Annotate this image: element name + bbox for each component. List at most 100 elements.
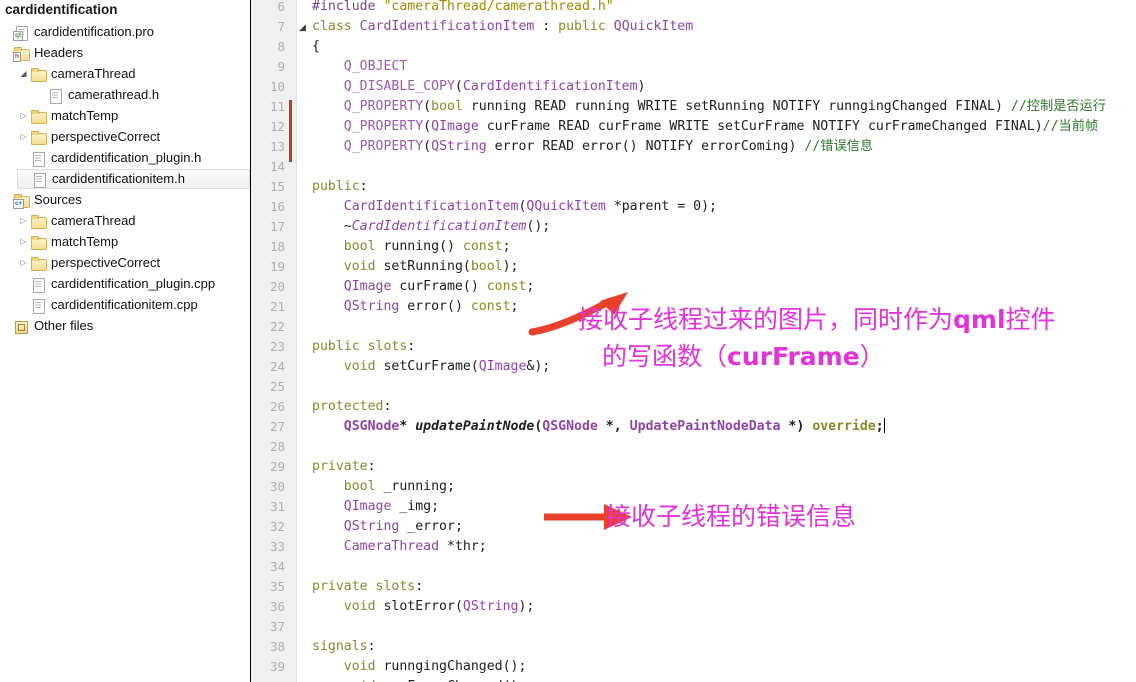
line-number: 29 [270, 459, 285, 474]
code-editor[interactable]: 6 #include "cameraThread/camerathread.h" 7… [250, 0, 1136, 682]
file-icon [30, 297, 46, 314]
chevron-right-icon[interactable]: ▷ [17, 237, 30, 246]
code-line[interactable]: void setCurFrame(QImage&); [312, 357, 550, 377]
line-number: 15 [270, 179, 285, 194]
code-line[interactable]: Q_OBJECT [312, 57, 408, 77]
tree-item-inner[interactable]: ▷ perspectiveCorrect [17, 127, 250, 147]
tree-item-cardidentification-plugin-h[interactable]: cardidentification_plugin.h [0, 147, 250, 168]
code-line[interactable]: public slots: [312, 337, 415, 357]
tree-item-cardidentificationitem-cpp[interactable]: cardidentificationitem.cpp [0, 294, 250, 315]
folder-icon [30, 234, 47, 250]
chevron-down-icon[interactable]: ◢ [17, 69, 30, 78]
code-line[interactable]: QImage _img; [312, 497, 439, 517]
tree-item-inner[interactable]: c+ Sources [0, 190, 250, 210]
code-line[interactable]: CameraThread *thr; [312, 537, 487, 557]
tree-item-inner[interactable]: Other files [0, 316, 250, 336]
tree-item-inner[interactable]: ◢ cameraThread [17, 64, 250, 84]
file-icon [31, 171, 47, 188]
code-line[interactable]: signals: [312, 637, 376, 657]
tree-item-camerathread[interactable]: ◢ cameraThread [0, 63, 250, 84]
code-line[interactable]: void runngingChanged(); [312, 657, 527, 677]
line-number: 22 [270, 319, 285, 334]
code-line[interactable]: Q_PROPERTY(QString error READ error() NO… [312, 137, 873, 157]
line-number: 30 [270, 479, 285, 494]
tree-item-label: perspectiveCorrect [51, 255, 161, 270]
code-line[interactable]: void slotError(QString); [312, 597, 535, 617]
tree-item-perspectivecorrect[interactable]: ▷ perspectiveCorrect [0, 252, 250, 273]
line-number: 17 [270, 219, 285, 234]
code-line[interactable]: protected: [312, 397, 391, 417]
line-number: 20 [270, 279, 285, 294]
tree-item-inner[interactable]: ▷ cameraThread [17, 211, 250, 231]
code-line[interactable]: Q_PROPERTY(QImage curFrame READ curFrame… [312, 117, 1098, 137]
tree-item-cardidentificationitem-h[interactable]: cardidentificationitem.h [0, 168, 250, 189]
tree-item-inner[interactable]: cardidentificationitem.cpp [17, 295, 250, 315]
line-number: 32 [270, 519, 285, 534]
tree-item-inner[interactable]: h Headers [0, 43, 250, 63]
line-number: 10 [270, 79, 285, 94]
line-number: 26 [270, 399, 285, 414]
tree-item-inner[interactable]: camerathread.h [34, 85, 250, 105]
code-line[interactable]: bool running() const; [312, 237, 511, 257]
code-line[interactable]: bool _running; [312, 477, 455, 497]
project-tree[interactable]: qt cardidentification.pro h Headers ◢ cameraT… [0, 21, 250, 336]
code-line[interactable]: QSGNode* updatePaintNode(QSGNode *, Upda… [312, 417, 885, 437]
code-line[interactable]: private: [312, 457, 376, 477]
tree-item-inner[interactable]: cardidentification_plugin.cpp [17, 274, 250, 294]
code-line[interactable]: public: [312, 177, 368, 197]
tree-item-camerathread[interactable]: ▷ cameraThread [0, 210, 250, 231]
sources-folder-icon: c+ [13, 192, 30, 209]
file-icon [30, 276, 46, 293]
tree-item-label: cardidentification_plugin.cpp [51, 276, 216, 291]
code-line[interactable]: { [312, 37, 320, 57]
chevron-right-icon[interactable]: ▷ [17, 216, 30, 225]
tree-item-label: cameraThread [51, 213, 136, 228]
code-line[interactable]: #include "cameraThread/camerathread.h" [312, 0, 614, 17]
code-line[interactable]: void setRunning(bool); [312, 257, 519, 277]
tree-item-inner[interactable]: qt cardidentification.pro [0, 22, 250, 42]
code-line[interactable]: QString _error; [312, 517, 463, 537]
code-line[interactable]: private slots: [312, 577, 423, 597]
tree-item-inner[interactable]: cardidentification_plugin.h [17, 148, 250, 168]
tree-item-sources[interactable]: c+ Sources [0, 189, 250, 210]
chevron-right-icon[interactable]: ▷ [17, 132, 30, 141]
editor-fold-strip[interactable] [297, 0, 312, 682]
tree-item-other-files[interactable]: Other files [0, 315, 250, 336]
tree-item-label: perspectiveCorrect [51, 129, 161, 144]
project-tree-sidebar[interactable]: cardidentification qt cardidentification.… [0, 0, 250, 682]
code-line[interactable]: ~CardIdentificationItem(); [312, 217, 550, 237]
code-line[interactable]: QString error() const; [312, 297, 519, 317]
tree-item-inner[interactable]: ▷ perspectiveCorrect [17, 253, 250, 273]
folder-icon [30, 108, 47, 124]
line-number: 39 [270, 659, 285, 674]
code-fold-toggle-icon[interactable]: ◢ [299, 17, 306, 37]
code-line[interactable]: CardIdentificationItem(QQuickItem *paren… [312, 197, 717, 217]
line-number: 37 [270, 619, 285, 634]
tree-item-cardidentification-plugin-cpp[interactable]: cardidentification_plugin.cpp [0, 273, 250, 294]
tree-item-inner[interactable]: ▷ matchTemp [17, 232, 250, 252]
chevron-right-icon[interactable]: ▷ [17, 258, 30, 267]
chevron-right-icon[interactable]: ▷ [17, 111, 30, 120]
tree-item-camerathread-h[interactable]: camerathread.h [0, 84, 250, 105]
line-number: 18 [270, 239, 285, 254]
file-icon [30, 150, 46, 167]
code-line[interactable]: void curFrameChanged(); [312, 677, 527, 682]
tree-item-label: Headers [34, 45, 84, 60]
line-number: 31 [270, 499, 285, 514]
tree-item-cardidentification-pro[interactable]: qt cardidentification.pro [0, 21, 250, 42]
tree-item-matchtemp[interactable]: ▷ matchTemp [0, 231, 250, 252]
code-line[interactable]: Q_DISABLE_COPY(CardIdentificationItem) [312, 77, 646, 97]
tree-item-inner[interactable]: ▷ matchTemp [17, 106, 250, 126]
tree-item-matchtemp[interactable]: ▷ matchTemp [0, 105, 250, 126]
code-line[interactable]: class CardIdentificationItem : public QQ… [312, 17, 693, 37]
line-number: 23 [270, 339, 285, 354]
tree-item-label: cameraThread [51, 66, 136, 81]
line-number: 28 [270, 439, 285, 454]
change-marker-bar [289, 100, 292, 162]
tree-item-headers[interactable]: h Headers [0, 42, 250, 63]
line-number: 38 [270, 639, 285, 654]
tree-item-inner[interactable]: cardidentificationitem.h [17, 168, 250, 189]
code-line[interactable]: Q_PROPERTY(bool running READ running WRI… [312, 97, 1106, 117]
code-line[interactable]: QImage curFrame() const; [312, 277, 535, 297]
tree-item-perspectivecorrect[interactable]: ▷ perspectiveCorrect [0, 126, 250, 147]
